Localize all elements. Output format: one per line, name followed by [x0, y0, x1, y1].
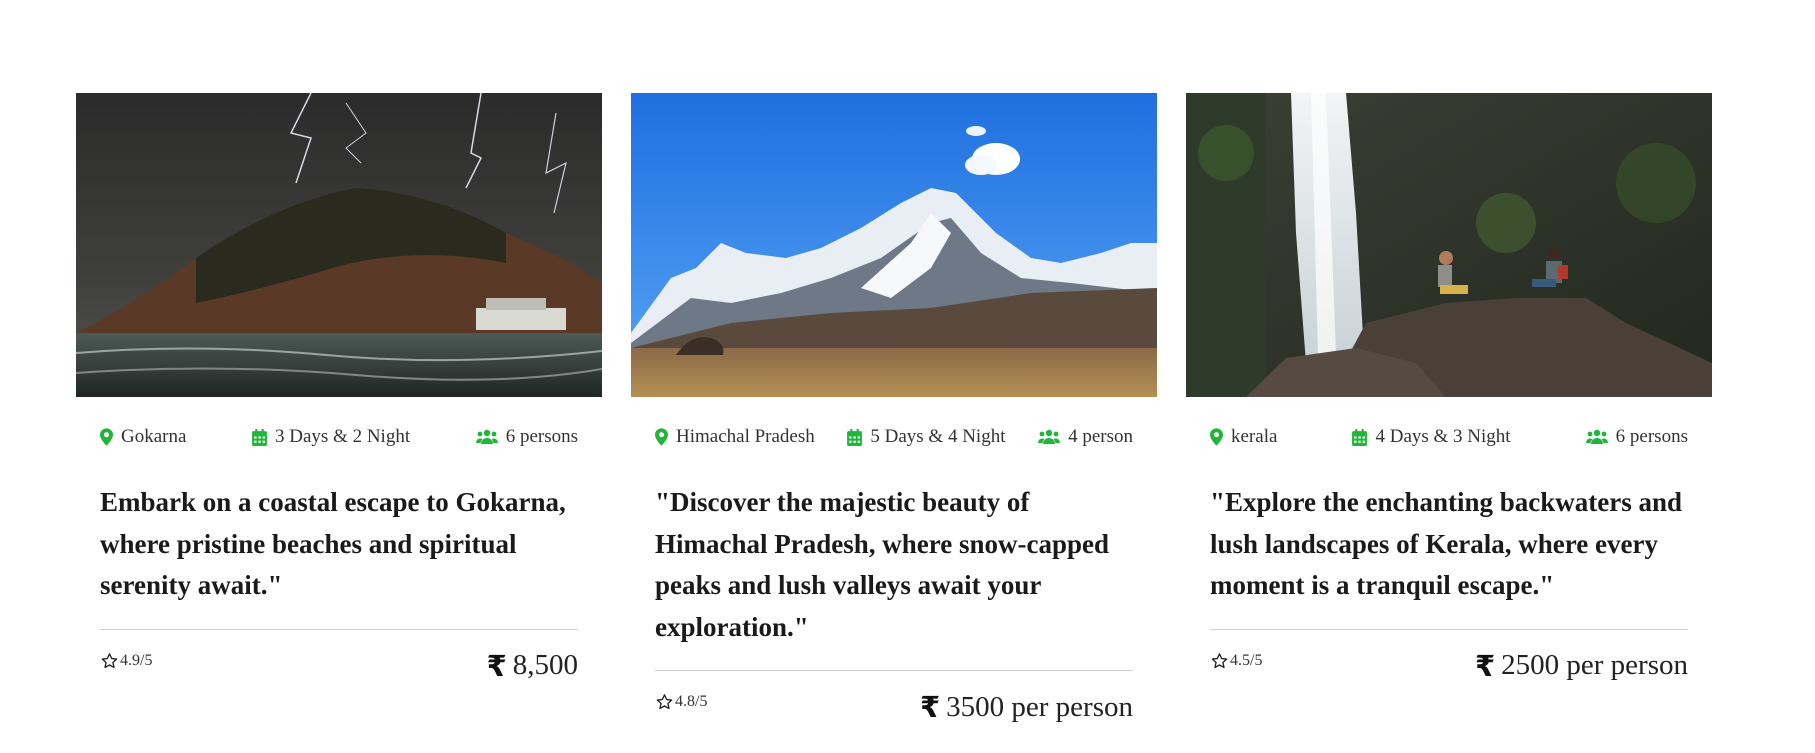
tour-description: "Discover the majestic beauty of Himacha… [655, 487, 1110, 642]
map-pin-icon [1210, 428, 1223, 446]
map-pin-icon [655, 428, 668, 446]
location-label: Gokarna [121, 426, 187, 447]
persons-label: 4 person [1068, 426, 1133, 447]
price-value: 2500 per person [1501, 649, 1688, 681]
tour-meta: Gokarna 3 Days & 2 Night 6 persons [76, 426, 602, 448]
persons-label: 6 persons [505, 426, 578, 447]
star-outline-icon [1211, 652, 1228, 668]
tour-description: "Explore the enchanting backwaters and l… [1210, 487, 1683, 600]
tour-card[interactable]: Gokarna 3 Days & 2 Night 6 persons Embar… [76, 93, 602, 724]
price-value: 8,500 [512, 649, 578, 681]
persons-label: 6 persons [1615, 426, 1688, 447]
card-footer: 4.9/5 ₹ 8,500 [76, 649, 602, 683]
price: ₹ 3500 per person [920, 690, 1133, 724]
rating: 4.5/5 [1210, 652, 1262, 670]
tour-card-list: Gokarna 3 Days & 2 Night 6 persons Embar… [76, 93, 1712, 724]
rating-value: 4.9/5 [120, 651, 153, 669]
location-label: kerala [1231, 426, 1278, 447]
card-divider [1210, 628, 1688, 630]
rupee-icon: ₹ [486, 648, 507, 683]
price-value: 3500 per person [946, 690, 1133, 723]
meta-location: Himachal Pradesh [655, 426, 815, 448]
tour-card[interactable]: Himachal Pradesh 5 Days & 4 Night 4 pers… [631, 93, 1157, 724]
meta-duration: 4 Days & 3 Night [1352, 426, 1511, 448]
tour-meta: Himachal Pradesh 5 Days & 4 Night 4 pers… [631, 426, 1157, 448]
map-pin-icon [100, 428, 113, 446]
users-icon [1585, 429, 1608, 444]
tour-image-himachal[interactable] [631, 93, 1157, 397]
rating-value: 4.8/5 [675, 693, 708, 710]
price: ₹ 2500 per person [1475, 649, 1688, 683]
price: ₹ 8,500 [487, 649, 578, 683]
tour-card[interactable]: kerala 4 Days & 3 Night 6 persons "Explo… [1186, 93, 1712, 724]
duration-label: 3 Days & 2 Night [275, 426, 411, 447]
meta-location: Gokarna [100, 426, 186, 448]
tour-image-kerala[interactable] [1186, 93, 1712, 397]
meta-persons: 6 persons [475, 426, 578, 448]
meta-persons: 4 person [1038, 426, 1133, 448]
star-outline-icon [101, 652, 118, 668]
star-outline-icon [656, 694, 673, 710]
tour-meta: kerala 4 Days & 3 Night 6 persons [1186, 426, 1712, 448]
calendar-icon [847, 428, 863, 446]
tour-image-gokarna[interactable] [76, 93, 602, 397]
duration-label: 4 Days & 3 Night [1375, 426, 1511, 447]
calendar-icon [252, 428, 267, 446]
duration-label: 5 Days & 4 Night [870, 426, 1006, 447]
card-divider [655, 670, 1133, 671]
rating-value: 4.5/5 [1230, 651, 1263, 669]
card-footer: 4.5/5 ₹ 2500 per person [1186, 649, 1712, 683]
users-icon [1038, 429, 1061, 444]
meta-persons: 6 persons [1585, 426, 1688, 448]
meta-location: kerala [1210, 426, 1277, 448]
calendar-icon [1352, 428, 1368, 446]
meta-duration: 5 Days & 4 Night [847, 426, 1005, 448]
rupee-icon: ₹ [919, 690, 941, 724]
tour-description: Embark on a coastal escape to Gokarna, w… [100, 487, 566, 600]
meta-duration: 3 Days & 2 Night [252, 426, 410, 448]
rating: 4.8/5 [655, 693, 707, 711]
card-footer: 4.8/5 ₹ 3500 per person [631, 690, 1157, 724]
rating: 4.9/5 [100, 652, 152, 670]
rupee-icon: ₹ [1474, 648, 1496, 683]
users-icon [475, 429, 498, 444]
location-label: Himachal Pradesh [676, 426, 815, 447]
card-divider [100, 628, 578, 630]
